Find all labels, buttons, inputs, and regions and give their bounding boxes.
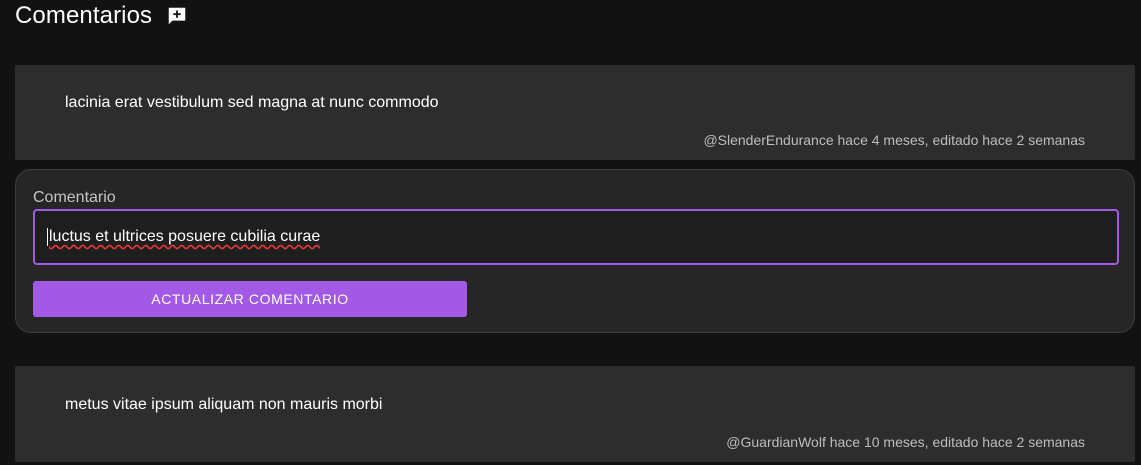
comment-card: metus vitae ipsum aliquam non mauris mor… (15, 366, 1135, 462)
comment-card: lacinia erat vestibulum sed magna at nun… (15, 65, 1135, 160)
text-caret (47, 228, 48, 246)
comment-input[interactable]: luctus et ultrices posuere cubilia curae (33, 209, 1119, 265)
edit-comment-form: Comentario luctus et ultrices posuere cu… (15, 169, 1135, 333)
page-title: Comentarios (15, 2, 153, 29)
comments-page: Comentarios lacinia erat vestibulum sed … (0, 0, 1141, 465)
comment-text: metus vitae ipsum aliquam non mauris mor… (65, 396, 383, 413)
comments-header: Comentarios (15, 0, 188, 32)
update-comment-button[interactable]: ACTUALIZAR COMENTARIO (33, 281, 467, 317)
add-comment-button[interactable] (166, 5, 188, 27)
comment-field-label: Comentario (33, 189, 116, 206)
comment-text: lacinia erat vestibulum sed magna at nun… (65, 94, 439, 111)
add-comment-icon (168, 7, 186, 25)
comment-meta: @SlenderEndurance hace 4 meses, editado … (703, 132, 1085, 148)
comment-meta: @GuardianWolf hace 10 meses, editado hac… (726, 434, 1085, 450)
comment-input-value: luctus et ultrices posuere cubilia curae (49, 228, 321, 245)
